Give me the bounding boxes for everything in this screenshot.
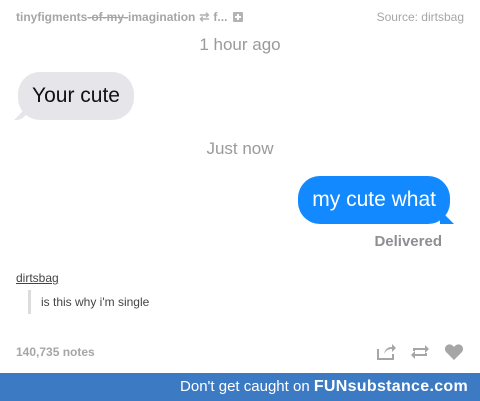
comment-username-link[interactable]: dirtsbag: [16, 271, 59, 285]
received-message-bubble: Your cute: [18, 72, 134, 120]
notes-count[interactable]: 140,735 notes: [16, 345, 95, 359]
watermark-banner: Don't get caught on FUNsubstance.com: [0, 373, 480, 401]
reblog-icon[interactable]: [410, 343, 430, 361]
comment-blockquote: is this why i'm single: [28, 290, 149, 314]
reblogged-from-link[interactable]: f...: [213, 10, 227, 24]
sent-message-bubble: my cute what: [298, 176, 450, 224]
reblog-trail: tinyfigments-of-my-imagination ⇄ f...: [16, 10, 244, 24]
comment-text: is this why i'm single: [41, 295, 150, 309]
follow-plus-icon[interactable]: [233, 12, 244, 22]
share-icon[interactable]: [376, 343, 396, 361]
banner-text: Don't get caught on: [180, 378, 314, 395]
post-footer: 140,735 notes: [16, 343, 464, 361]
reblog-arrows-icon: ⇄: [199, 10, 210, 24]
message-timestamp: Just now: [206, 139, 274, 158]
blog-name-link[interactable]: tinyfigments-of-my-imagination: [16, 10, 195, 24]
post-header: tinyfigments-of-my-imagination ⇄ f... So…: [16, 10, 464, 28]
banner-brand: FUNsubstance.com: [313, 378, 468, 395]
delivery-status: Delivered: [374, 233, 442, 250]
message-timestamp: 1 hour ago: [199, 35, 281, 54]
source-link[interactable]: Source: dirtsbag: [377, 10, 464, 24]
sent-message-text: my cute what: [312, 188, 436, 211]
received-message-text: Your cute: [32, 84, 120, 107]
like-heart-icon[interactable]: [444, 343, 464, 361]
post-actions: [376, 343, 464, 361]
